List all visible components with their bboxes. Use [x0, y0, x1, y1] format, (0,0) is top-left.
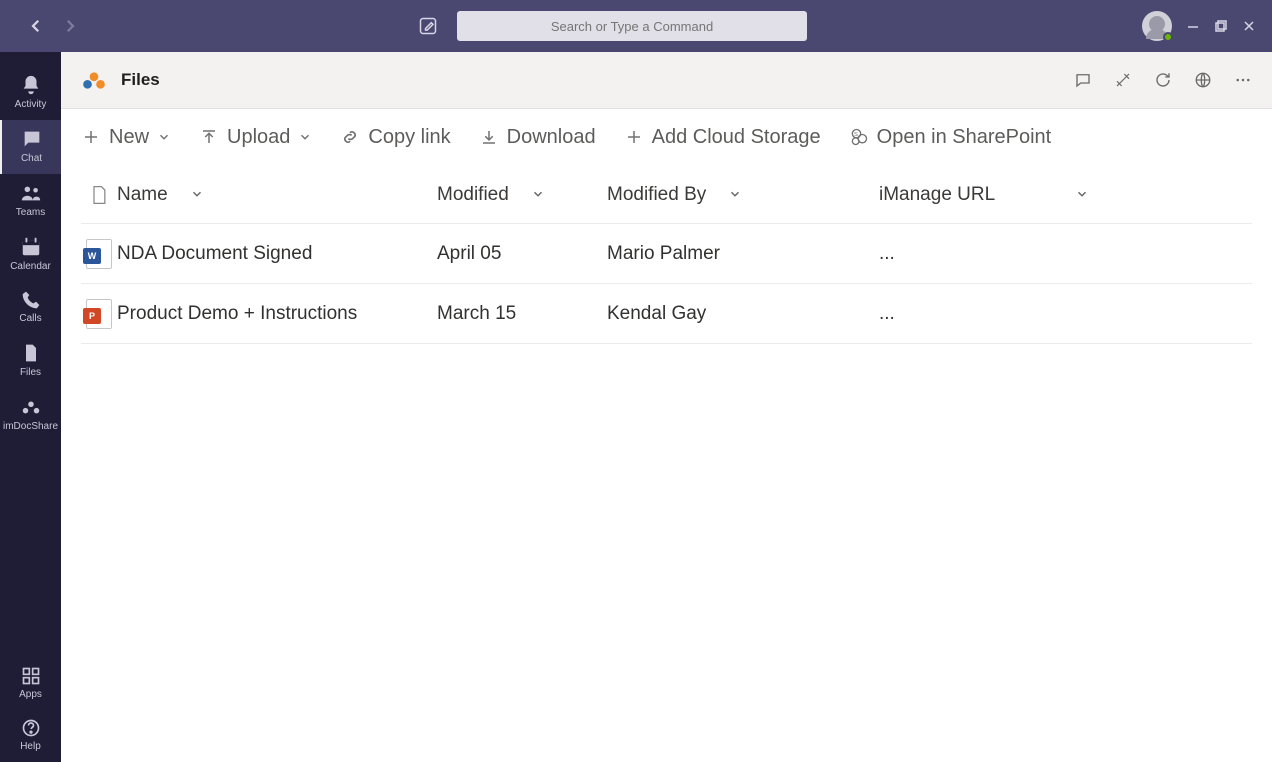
col-label: Modified By	[607, 184, 706, 206]
link-icon	[340, 127, 360, 147]
plus-icon	[81, 127, 101, 147]
close-button[interactable]	[1242, 19, 1256, 33]
col-header-imanage-url[interactable]: iManage URL	[879, 184, 1099, 206]
presence-badge	[1163, 32, 1173, 42]
col-label: Name	[117, 184, 168, 206]
file-generic-icon	[89, 183, 109, 207]
cmd-label: Add Cloud Storage	[652, 126, 821, 149]
search-input[interactable]	[457, 19, 807, 34]
search-box[interactable]	[457, 11, 807, 41]
chevron-down-icon	[298, 130, 312, 144]
cmd-label: New	[109, 126, 149, 149]
cell-name: NDA Document Signed	[117, 243, 312, 265]
rail-label: imDocShare	[3, 421, 58, 432]
maximize-button[interactable]	[1214, 19, 1228, 33]
chevron-down-icon	[157, 130, 171, 144]
upload-icon	[199, 127, 219, 147]
command-bar: New Upload Copy link Download Add Cloud …	[61, 109, 1272, 166]
copy-link-button[interactable]: Copy link	[340, 126, 450, 149]
table-row[interactable]: W NDA Document Signed April 05 Mario Pal…	[81, 224, 1252, 284]
chevron-down-icon	[190, 187, 206, 203]
open-sharepoint-button[interactable]: S Open in SharePoint	[849, 126, 1052, 149]
rail-files[interactable]: Files	[0, 334, 61, 388]
cell-modified-by: Mario Palmer	[607, 243, 720, 265]
refresh-icon[interactable]	[1154, 71, 1172, 89]
compose-icon[interactable]	[417, 15, 439, 37]
rail-activity[interactable]: Activity	[0, 66, 61, 120]
rail-label: Chat	[21, 153, 42, 164]
back-button[interactable]	[24, 14, 48, 38]
rail-label: Files	[20, 367, 41, 378]
chevron-down-icon	[531, 187, 547, 203]
forward-button[interactable]	[58, 14, 82, 38]
word-file-icon: W	[86, 239, 112, 269]
cmd-label: Upload	[227, 126, 290, 149]
rail-imdocshare[interactable]: imDocShare	[0, 388, 61, 442]
page-title: Files	[121, 70, 160, 90]
rail-chat[interactable]: Chat	[0, 120, 61, 174]
upload-button[interactable]: Upload	[199, 126, 312, 149]
rail-label: Calendar	[10, 261, 51, 272]
content-header: Files	[61, 52, 1272, 109]
cell-modified: March 15	[437, 303, 516, 325]
cell-url: ...	[879, 303, 895, 325]
powerpoint-file-icon: P	[86, 299, 112, 329]
rail-calendar[interactable]: Calendar	[0, 228, 61, 282]
cmd-label: Open in SharePoint	[877, 126, 1052, 149]
cell-modified-by: Kendal Gay	[607, 303, 706, 325]
rail-label: Calls	[19, 313, 41, 324]
file-table: Name Modified Modified By iManage URL	[61, 166, 1272, 344]
sharepoint-icon: S	[849, 127, 869, 147]
app-rail: Activity Chat Teams Calendar Calls Files…	[0, 52, 61, 762]
minimize-button[interactable]	[1186, 19, 1200, 33]
rail-apps[interactable]: Apps	[0, 658, 61, 710]
col-header-modified[interactable]: Modified	[437, 184, 607, 206]
cell-modified: April 05	[437, 243, 501, 265]
table-header-row: Name Modified Modified By iManage URL	[81, 166, 1252, 224]
col-header-name[interactable]: Name	[117, 184, 437, 206]
rail-calls[interactable]: Calls	[0, 282, 61, 334]
more-icon[interactable]	[1234, 71, 1252, 89]
chevron-down-icon	[728, 187, 744, 203]
svg-text:S: S	[854, 132, 858, 138]
content-area: Files New Upload	[61, 52, 1272, 762]
cell-name: Product Demo + Instructions	[117, 303, 357, 325]
rail-help[interactable]: Help	[0, 710, 61, 762]
col-header-modified-by[interactable]: Modified By	[607, 184, 879, 206]
table-row[interactable]: P Product Demo + Instructions March 15 K…	[81, 284, 1252, 344]
rail-teams[interactable]: Teams	[0, 174, 61, 228]
chevron-down-icon	[1075, 187, 1091, 203]
globe-icon[interactable]	[1194, 71, 1212, 89]
add-cloud-button[interactable]: Add Cloud Storage	[624, 126, 821, 149]
chat-icon[interactable]	[1074, 71, 1092, 89]
avatar[interactable]	[1142, 11, 1172, 41]
col-label: Modified	[437, 184, 509, 206]
new-button[interactable]: New	[81, 126, 171, 149]
cell-url: ...	[879, 243, 895, 265]
app-icon	[81, 67, 107, 93]
title-bar	[0, 0, 1272, 52]
rail-label: Help	[20, 741, 41, 752]
cmd-label: Copy link	[368, 126, 450, 149]
col-label: iManage URL	[879, 184, 995, 206]
rail-label: Activity	[15, 99, 47, 110]
download-button[interactable]: Download	[479, 126, 596, 149]
rail-label: Teams	[16, 207, 45, 218]
rail-label: Apps	[19, 689, 42, 700]
download-icon	[479, 127, 499, 147]
popout-icon[interactable]	[1114, 71, 1132, 89]
cmd-label: Download	[507, 126, 596, 149]
plus-icon	[624, 127, 644, 147]
